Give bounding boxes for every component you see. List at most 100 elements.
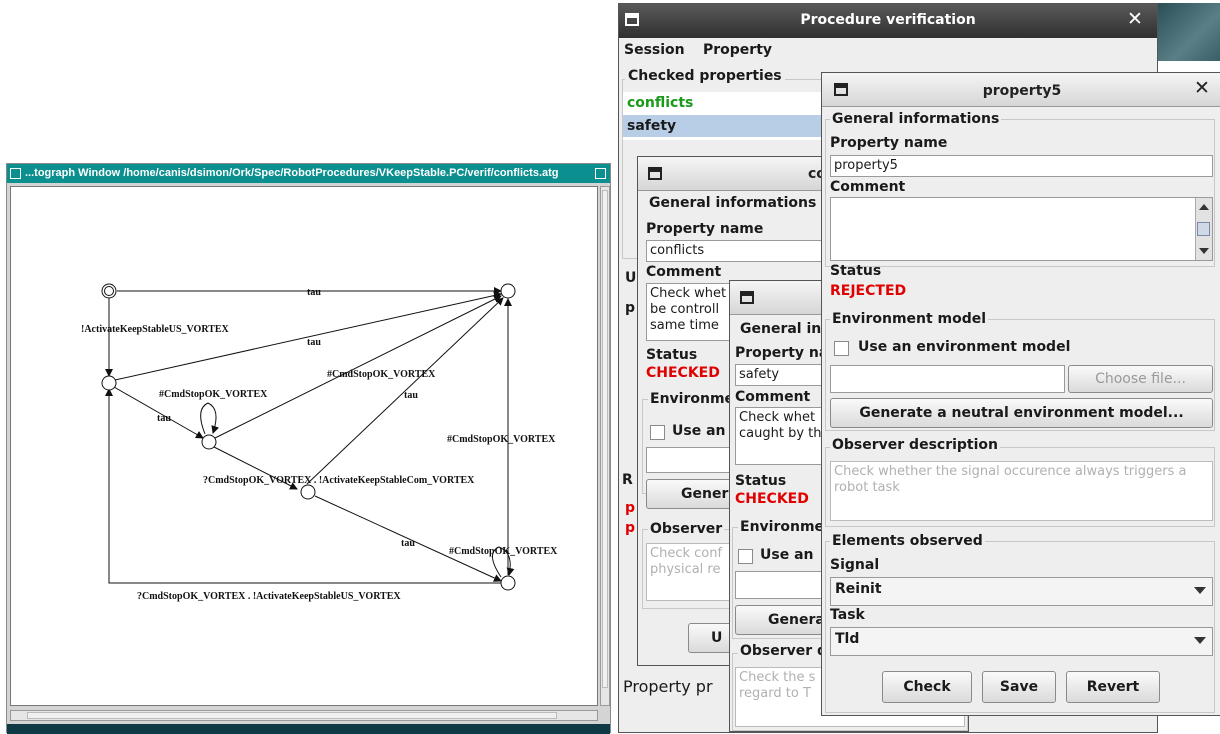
task-select[interactable]: Tld — [830, 627, 1213, 656]
properties-list[interactable]: conflicts safety — [623, 92, 828, 140]
close-icon[interactable]: ✕ — [1127, 8, 1143, 30]
status-value: CHECKED — [735, 491, 809, 507]
state — [101, 375, 117, 391]
property-name-label: Property name — [646, 221, 764, 237]
procedure-verification-window: Procedure verification ✕ Session Propert… — [618, 3, 1220, 733]
status-value: CHECKED — [646, 365, 720, 381]
use-env-label: Use an environment model — [858, 339, 1071, 355]
list-fragment: p — [625, 300, 636, 316]
generate-neutral-button[interactable]: Generate a neutral environment model... — [830, 398, 1213, 428]
check-button[interactable]: Check — [882, 671, 972, 703]
close-icon[interactable]: ✕ — [1194, 77, 1210, 99]
graph-canvas[interactable]: tau !ActivateKeepStableUS_VORTEX tau #Cm… — [10, 186, 598, 706]
close-icon[interactable] — [595, 168, 606, 179]
scroll-down-icon[interactable] — [1199, 248, 1209, 254]
signal-label: Signal — [830, 557, 880, 573]
observer-label: Observer — [648, 521, 725, 537]
state — [201, 434, 217, 450]
edge-label: tau — [307, 337, 321, 348]
status-label: Status — [830, 263, 882, 279]
results-fragment: p — [625, 500, 636, 516]
results-label: R — [622, 472, 633, 488]
procedure-titlebar[interactable]: Procedure verification ✕ — [619, 4, 1157, 38]
edge-label: tau — [404, 390, 418, 401]
window-menu-icon[interactable] — [648, 167, 662, 180]
horizontal-scrollbar[interactable] — [10, 710, 598, 721]
list-item[interactable]: conflicts — [623, 92, 823, 114]
autograph-title: ...tograph Window /home/canis/dsimon/Ork… — [25, 167, 559, 179]
procedure-title: Procedure verification — [800, 12, 976, 28]
vertical-scrollbar[interactable] — [600, 186, 610, 706]
comment-label: Comment — [646, 264, 722, 280]
task-label: Task — [830, 607, 865, 623]
save-button[interactable]: Save — [982, 671, 1056, 703]
menu-property[interactable]: Property — [703, 42, 772, 58]
comment-label: Comment — [830, 179, 906, 195]
state-initial-inner — [104, 286, 114, 296]
property-preview-label: Property pr — [623, 677, 713, 696]
task-value: Tld — [835, 631, 860, 647]
edge-label: tau — [401, 538, 415, 549]
use-env-label: Use an — [760, 547, 814, 563]
general-informations-label: General informations — [830, 111, 1002, 127]
state — [500, 575, 516, 591]
autograph-window: ...tograph Window /home/canis/dsimon/Ork… — [6, 163, 611, 734]
scroll-thumb[interactable] — [1197, 222, 1210, 236]
chevron-down-icon[interactable] — [1194, 637, 1206, 644]
comment-scrollbar[interactable] — [1195, 198, 1212, 260]
edge-label: ?CmdStopOK_VORTEX . !ActivateKeepStableU… — [137, 591, 401, 602]
property5-titlebar[interactable]: property5 ✕ — [822, 73, 1220, 107]
chevron-down-icon[interactable] — [1194, 587, 1206, 594]
status-value: REJECTED — [830, 283, 907, 299]
status-label: Status — [646, 347, 698, 363]
edge-label: #CmdStopOK_VORTEX — [159, 389, 268, 400]
choose-file-button[interactable]: Choose file... — [1068, 365, 1213, 393]
automaton-graph: tau !ActivateKeepStableUS_VORTEX tau #Cm… — [81, 283, 558, 602]
property-name-field[interactable]: property5 — [830, 155, 1213, 177]
scroll-up-icon[interactable] — [1199, 204, 1209, 210]
observer-description-field[interactable]: Check whether the signal occurence alway… — [830, 461, 1213, 521]
property5-dialog: property5 ✕ General informations Propert… — [821, 72, 1220, 716]
state — [300, 484, 316, 500]
signal-select[interactable]: Reinit — [830, 577, 1213, 606]
edge-label: #CmdStopOK_VORTEX — [449, 546, 558, 557]
autograph-titlebar[interactable]: ...tograph Window /home/canis/dsimon/Ork… — [7, 164, 610, 183]
general-informations-label: General informations — [649, 195, 817, 211]
use-env-checkbox[interactable] — [650, 425, 665, 440]
status-label: Status — [735, 473, 787, 489]
edge-label: #CmdStopOK_VORTEX — [447, 434, 556, 445]
property-name-label: Property name — [830, 135, 948, 151]
revert-button[interactable]: Revert — [1066, 671, 1160, 703]
environment-label: Environment model — [830, 311, 989, 327]
state — [500, 283, 516, 299]
use-env-checkbox[interactable] — [834, 341, 849, 356]
scroll-thumb[interactable] — [27, 712, 557, 719]
edge — [214, 295, 502, 439]
edge — [200, 402, 220, 435]
general-informations-label: General inf — [740, 321, 828, 337]
observer-description-label: Observer description — [830, 437, 1001, 453]
observer-label: Observer d — [738, 643, 830, 659]
results-fragment: p — [625, 520, 636, 536]
window-menu-icon[interactable] — [10, 168, 21, 179]
unchecked-label: U — [625, 270, 637, 286]
edge-label: tau — [307, 287, 321, 298]
edge-label: ?CmdStopOK_VORTEX . !ActivateKeepStableC… — [203, 475, 475, 486]
use-env-checkbox[interactable] — [738, 549, 753, 564]
scroll-thumb[interactable] — [602, 190, 608, 688]
edge-label: tau — [157, 413, 171, 424]
property5-title: property5 — [982, 83, 1062, 99]
desktop-background — [1158, 3, 1220, 61]
list-item[interactable]: safety — [623, 115, 823, 137]
property-name-label: Property na — [735, 345, 829, 361]
checked-properties-label: Checked properties — [625, 68, 785, 84]
edge-label: !ActivateKeepStableUS_VORTEX — [81, 324, 230, 335]
env-file-field[interactable] — [830, 365, 1065, 393]
menu-session[interactable]: Session — [624, 42, 685, 58]
environment-label: Environme — [648, 391, 737, 407]
window-menu-icon[interactable] — [740, 291, 754, 304]
environment-label: Environme — [738, 519, 827, 535]
comment-label: Comment — [735, 389, 811, 405]
edge-label: #CmdStopOK_VORTEX — [327, 369, 436, 380]
comment-field[interactable] — [830, 197, 1213, 261]
